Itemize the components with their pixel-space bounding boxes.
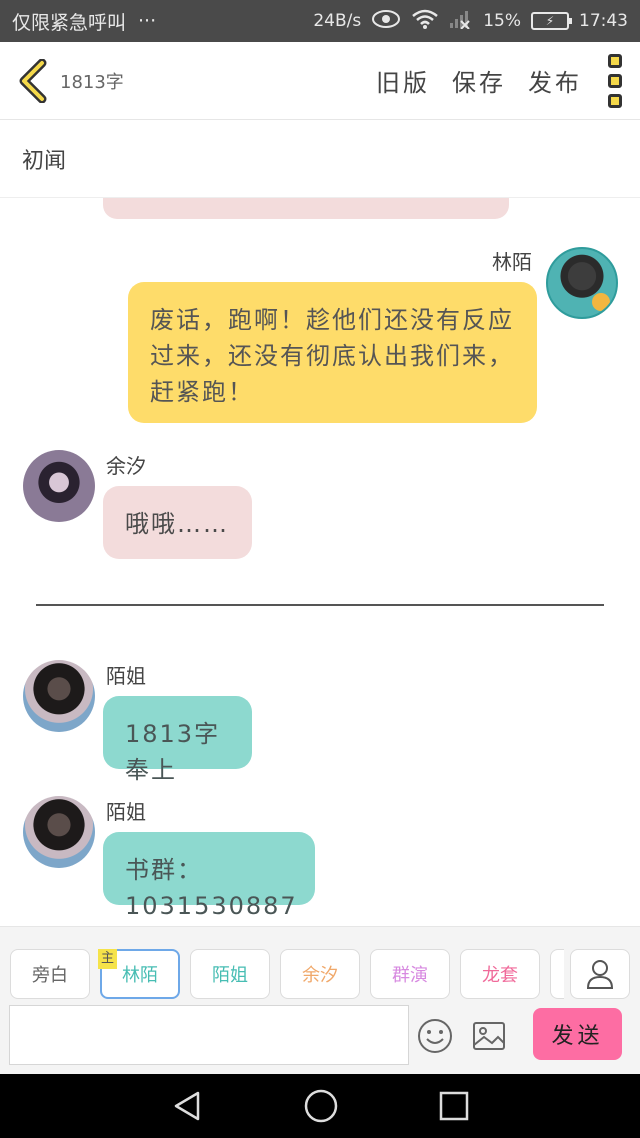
save-button[interactable]: 保存: [452, 63, 506, 98]
publish-button[interactable]: 发布: [528, 63, 582, 98]
smiley-icon: [418, 1019, 452, 1053]
role-label: 陌姐: [212, 965, 248, 986]
role-selector: 旁白 主 林陌 陌姐 余汐 群演 龙套: [10, 949, 564, 999]
avatar[interactable]: [23, 660, 95, 732]
eye-icon: [371, 9, 401, 34]
wifi-icon: [411, 8, 439, 35]
recents-square-icon[interactable]: [438, 1090, 470, 1122]
sender-name: 余汐: [106, 454, 146, 478]
back-triangle-icon[interactable]: [170, 1089, 204, 1123]
chapter-title-row[interactable]: 初闻: [0, 120, 640, 198]
old-version-button[interactable]: 旧版: [376, 63, 430, 98]
clock: 17:43: [579, 11, 628, 31]
avatar[interactable]: [546, 247, 618, 319]
role-button-linmo[interactable]: 主 林陌: [98, 949, 180, 999]
previous-message-bubble: [103, 198, 509, 219]
status-bar: 仅限紧急呼叫 ··· 24B/s 15% ⚡ 17:43: [0, 0, 640, 42]
send-button[interactable]: 发送: [533, 1008, 622, 1060]
overflow-indicator: ···: [138, 10, 157, 32]
system-nav-bar: [0, 1074, 640, 1138]
role-label: 龙套: [482, 965, 518, 986]
avatar[interactable]: [23, 450, 95, 522]
role-button-partial[interactable]: [550, 949, 564, 999]
message-bubble[interactable]: 哦哦……: [103, 486, 252, 559]
role-button-mojie[interactable]: 陌姐: [190, 949, 270, 999]
chapter-title: 初闻: [22, 148, 67, 174]
back-button[interactable]: [18, 58, 52, 103]
role-label: 群演: [392, 965, 428, 986]
sender-name: 林陌: [492, 250, 532, 274]
home-circle-icon[interactable]: [303, 1088, 339, 1124]
word-count: 1813字: [60, 71, 124, 93]
battery-icon: ⚡: [531, 12, 572, 30]
role-button-walkon[interactable]: 龙套: [460, 949, 540, 999]
divider: [36, 604, 604, 606]
role-button-yuxi[interactable]: 余汐: [280, 949, 360, 999]
composer: 旁白 主 林陌 陌姐 余汐 群演 龙套 发送: [0, 926, 640, 1074]
avatar[interactable]: [23, 796, 95, 868]
message-bubble[interactable]: 1813字奉上: [103, 696, 252, 784]
back-chevron-icon: [19, 58, 47, 103]
chat-area[interactable]: 林陌 废话，跑啊！趁他们还没有反应过来，还没有彻底认出我们来，赶紧跑！ 余汐 哦…: [0, 198, 640, 926]
role-label: 旁白: [32, 965, 68, 986]
image-button[interactable]: [470, 1017, 508, 1055]
role-button-extras[interactable]: 群演: [370, 949, 450, 999]
signal-icon: [449, 9, 473, 34]
app-header: 1813字 旧版 保存 发布: [0, 42, 640, 120]
user-profile-button[interactable]: [570, 949, 630, 999]
role-label: 余汐: [302, 965, 338, 986]
role-label: 林陌: [122, 965, 158, 986]
message-bubble[interactable]: 废话，跑啊！趁他们还没有反应过来，还没有彻底认出我们来，赶紧跑！: [128, 282, 537, 423]
image-icon: [473, 1022, 505, 1050]
user-icon: [586, 960, 614, 989]
message-input[interactable]: [9, 1005, 409, 1065]
battery-percent: 15%: [483, 11, 521, 31]
more-menu-icon[interactable]: [608, 53, 622, 108]
carrier-text: 仅限紧急呼叫: [12, 11, 127, 34]
main-role-tag: 主: [98, 949, 118, 969]
emoji-button[interactable]: [416, 1017, 454, 1055]
sender-name: 陌姐: [106, 664, 146, 688]
message-bubble[interactable]: 书群：1031530887: [103, 832, 315, 920]
network-speed: 24B/s: [313, 11, 362, 31]
sender-name: 陌姐: [106, 800, 146, 824]
role-button-narrator[interactable]: 旁白: [10, 949, 90, 999]
